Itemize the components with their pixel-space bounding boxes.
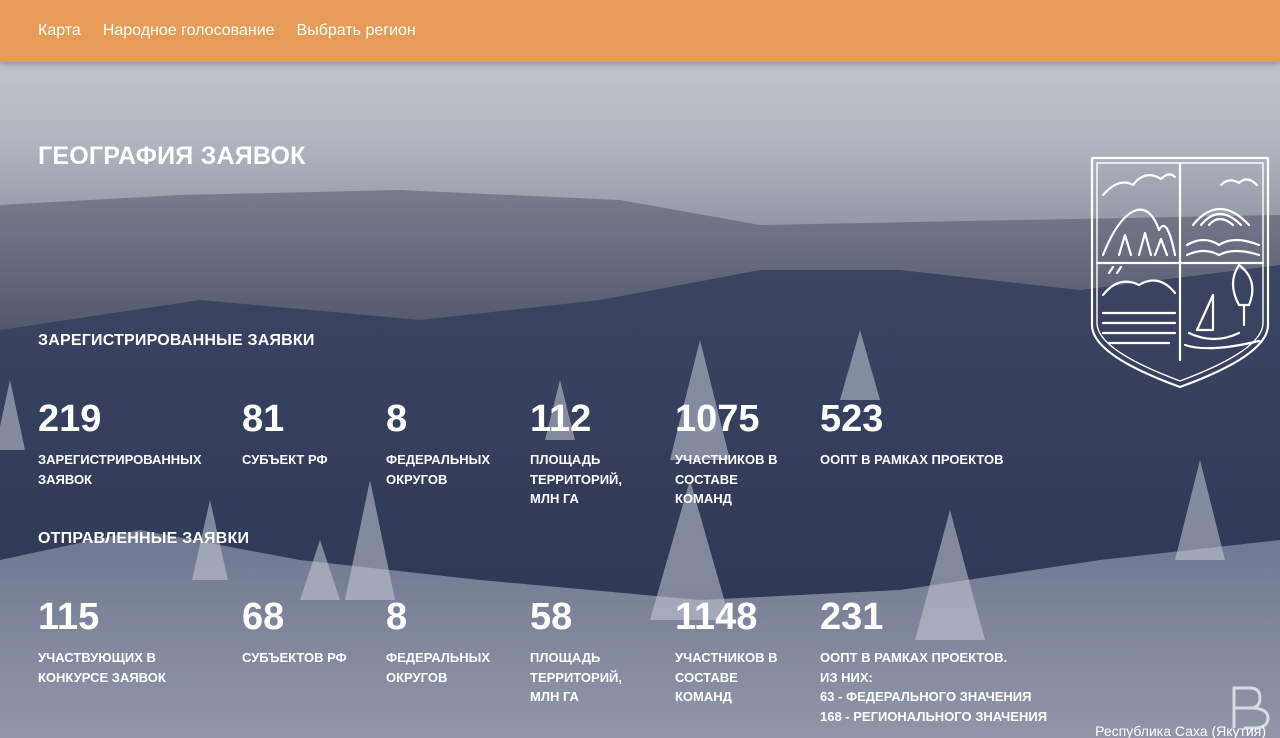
- stat-label: ООПТ В РАМКАХ ПРОЕКТОВ. ИЗ НИХ: 63 - ФЕД…: [820, 650, 1048, 724]
- stat-protected-areas: 231 ООПТ В РАМКАХ ПРОЕКТОВ. ИЗ НИХ: 63 -…: [820, 596, 1080, 726]
- top-navigation: Карта Народное голосование Выбрать регио…: [0, 0, 1280, 62]
- stat-value: 231: [820, 596, 884, 638]
- page-title: ГЕОГРАФИЯ ЗАЯВОК: [38, 142, 306, 170]
- stat-value: 115: [38, 596, 100, 638]
- nav-voting-link[interactable]: Народное голосование: [103, 22, 275, 40]
- sent-stats: 115 УЧАСТВУЮЩИХ В КОНКУРСЕ ЗАЯВОК 68 СУБ…: [38, 596, 1138, 724]
- coat-of-arms-icon: [1090, 156, 1270, 389]
- stat-label: ООПТ В РАМКАХ ПРОЕКТОВ: [820, 452, 1004, 467]
- stat-registered-applications: 219 ЗАРЕГИСТРИРОВАННЫХ ЗАЯВОК: [38, 398, 208, 489]
- stat-label: УЧАСТВУЮЩИХ В КОНКУРСЕ ЗАЯВОК: [38, 650, 166, 685]
- nav-select-region-link[interactable]: Выбрать регион: [297, 22, 416, 40]
- stat-label: ЗАРЕГИСТРИРОВАННЫХ ЗАЯВОК: [38, 452, 202, 487]
- sent-section-title: ОТПРАВЛЕННЫЕ ЗАЯВКИ: [38, 530, 250, 547]
- stat-participating-applications: 115 УЧАСТВУЮЩИХ В КОНКУРСЕ ЗАЯВОК: [38, 596, 208, 687]
- nav-map-link[interactable]: Карта: [38, 22, 81, 40]
- stat-value: 523: [820, 398, 884, 440]
- registered-section-title: ЗАРЕГИСТРИРОВАННЫЕ ЗАЯВКИ: [38, 332, 315, 349]
- stat-value: 219: [38, 398, 102, 440]
- stat-protected-areas: 523 ООПТ В РАМКАХ ПРОЕКТОВ: [820, 398, 1080, 470]
- registered-stats: 219 ЗАРЕГИСТРИРОВАННЫХ ЗАЯВОК 81 СУБЪЕКТ…: [38, 398, 1138, 518]
- region-name: Республика Саха (Якутия): [1095, 723, 1266, 738]
